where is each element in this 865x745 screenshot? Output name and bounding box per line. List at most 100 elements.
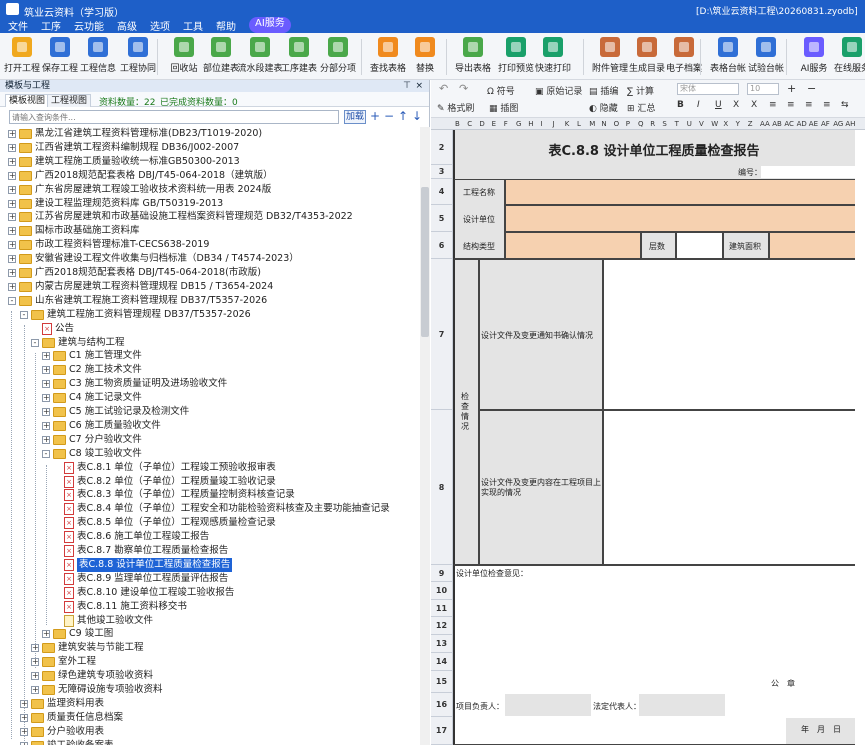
tree-item[interactable]: - 建筑与结构工程 (0, 336, 420, 350)
tree-item[interactable]: × 公告 (0, 322, 420, 336)
collapse-icon[interactable]: - (42, 449, 50, 458)
tree-item[interactable]: + 国标市政基础施工资料库 (0, 224, 420, 238)
row-number[interactable]: 4 (431, 179, 453, 205)
ribbon-button-9[interactable]: 分部分项 (316, 37, 360, 74)
expand-icon[interactable]: + (20, 727, 28, 736)
column-label[interactable]: X (723, 118, 728, 129)
collapse-icon[interactable]: - (31, 338, 39, 347)
row-number[interactable]: 14 (431, 653, 453, 671)
close-icon[interactable]: × (415, 80, 423, 92)
ribbon-button-6[interactable]: 部位建表 (199, 37, 243, 74)
legal-rep-field[interactable] (639, 694, 725, 716)
menu-item-help[interactable]: 帮助 (216, 18, 236, 33)
item1-field[interactable] (603, 259, 857, 410)
column-label[interactable]: Z (748, 118, 753, 129)
expand-icon[interactable]: + (20, 699, 28, 708)
column-label[interactable]: K (565, 118, 570, 129)
column-label[interactable]: U (687, 118, 692, 129)
column-label[interactable]: G (516, 118, 521, 129)
column-label[interactable]: R (650, 118, 655, 129)
font-size-select[interactable]: 10 (747, 83, 779, 95)
ai-service-badge[interactable]: AI服务 (249, 17, 291, 33)
ribbon-button-7[interactable]: 流水段建表 (238, 37, 283, 74)
justify-icon[interactable]: ≡ (823, 100, 831, 110)
expand-icon[interactable]: + (42, 380, 50, 389)
row-number[interactable]: 7 (431, 259, 453, 410)
ribbon-button-21[interactable]: 在线服务 (830, 37, 865, 74)
tree-item[interactable]: × 表C.8.10 建设单位工程竣工验收报告 (0, 586, 420, 600)
row-number[interactable]: 9 (431, 565, 453, 582)
row-number[interactable]: 13 (431, 635, 453, 653)
italic-button[interactable]: I (697, 100, 700, 110)
row-number[interactable]: 5 (431, 205, 453, 232)
leader-field[interactable] (505, 694, 591, 716)
column-label[interactable]: AH (845, 118, 855, 129)
tree-item[interactable]: × 表C.8.11 施工资料移交书 (0, 600, 420, 614)
expand-icon[interactable]: + (42, 408, 50, 416)
tree-item[interactable]: + 建筑安装与节能工程 (0, 641, 420, 655)
tree-item[interactable]: + 广西2018规范配套表格 DBJ/T45-064-2018(市政版) (0, 266, 420, 280)
tree-scrollbar[interactable] (420, 127, 430, 745)
design-unit-field[interactable] (505, 205, 857, 232)
column-label[interactable]: D (479, 118, 484, 129)
expand-icon[interactable]: + (42, 630, 50, 639)
align-right-icon[interactable]: ≡ (805, 100, 813, 110)
collapse-icon[interactable]: - (20, 310, 28, 319)
superscript-button[interactable]: X (751, 100, 757, 110)
column-label[interactable]: AD (797, 118, 807, 129)
tree-item[interactable]: + C4 施工记录文件 (0, 391, 420, 405)
redo-icon[interactable]: ↷ (459, 82, 468, 95)
plus-icon[interactable]: + (370, 109, 380, 123)
row-number[interactable]: 12 (431, 617, 453, 635)
tree-item[interactable]: + 质量责任信息档案 (0, 711, 420, 725)
format-brush-button[interactable]: ✎ 格式刷 (437, 101, 474, 114)
expand-icon[interactable]: + (8, 282, 16, 291)
expand-icon[interactable]: + (20, 741, 28, 745)
arrow-up-icon[interactable]: ↑ (398, 109, 408, 123)
bold-button[interactable]: B (677, 100, 684, 110)
menu-item-tools[interactable]: 工具 (183, 18, 203, 33)
column-label[interactable]: AA (760, 118, 770, 129)
expand-icon[interactable]: + (8, 227, 16, 236)
column-label[interactable]: V (699, 118, 704, 129)
expand-icon[interactable]: + (31, 658, 39, 667)
expand-icon[interactable]: + (8, 185, 16, 194)
column-label[interactable]: AF (821, 118, 830, 129)
align-left-icon[interactable]: ≡ (769, 100, 777, 110)
column-label[interactable]: Y (736, 118, 740, 129)
column-label[interactable]: E (492, 118, 496, 129)
row-number[interactable]: 3 (431, 165, 453, 179)
row-number[interactable]: 15 (431, 671, 453, 693)
tree-item[interactable]: + 无障碍设施专项验收资料 (0, 683, 420, 697)
summary-button[interactable]: ⊞ 汇总 (627, 101, 655, 114)
column-label[interactable]: I (540, 118, 542, 129)
structure-type-field[interactable] (505, 232, 641, 259)
ribbon-button-4[interactable]: 工程协同 (116, 37, 160, 74)
expand-icon[interactable]: + (31, 644, 39, 653)
expand-icon[interactable]: + (8, 269, 16, 277)
tree-item[interactable]: + 内蒙古房屋建筑工程资料管理规程 DB15 / T3654-2024 (0, 280, 420, 294)
floors-field[interactable] (676, 232, 723, 259)
column-label[interactable]: P (626, 118, 630, 129)
column-label[interactable]: C (467, 118, 472, 129)
tree-item[interactable]: + 室外工程 (0, 655, 420, 669)
tree-item[interactable]: + 江苏省房屋建筑和市政基础设施工程档案资料管理规范 DB32/T4353-202… (0, 210, 420, 224)
number-input[interactable] (761, 166, 855, 178)
expand-icon[interactable]: + (8, 241, 16, 250)
expand-icon[interactable]: + (31, 686, 39, 694)
row-number[interactable]: 6 (431, 232, 453, 259)
arrow-down-icon[interactable]: ↓ (412, 109, 422, 123)
expand-icon[interactable]: + (42, 352, 50, 361)
ribbon-button-12[interactable]: 导出表格 (451, 37, 495, 74)
symbol-button[interactable]: Ω 符号 (487, 84, 515, 97)
tree-item[interactable]: - 山东省建筑工程施工资料管理规程 DB37/T5357-2026 (0, 294, 420, 308)
ribbon-button-3[interactable]: 工程信息 (76, 37, 120, 74)
expand-icon[interactable]: + (42, 394, 50, 403)
menu-item-file[interactable]: 文件 (8, 18, 28, 33)
column-label[interactable]: H (528, 118, 533, 129)
load-button[interactable]: 加载 (344, 110, 366, 124)
expand-icon[interactable]: + (42, 421, 50, 430)
tree-item[interactable]: + 绿色建筑专项验收资料 (0, 669, 420, 683)
tree-item[interactable]: × 表C.8.3 单位（子单位）工程质量控制资料核查记录 (0, 488, 420, 502)
column-label[interactable]: AG (833, 118, 843, 129)
